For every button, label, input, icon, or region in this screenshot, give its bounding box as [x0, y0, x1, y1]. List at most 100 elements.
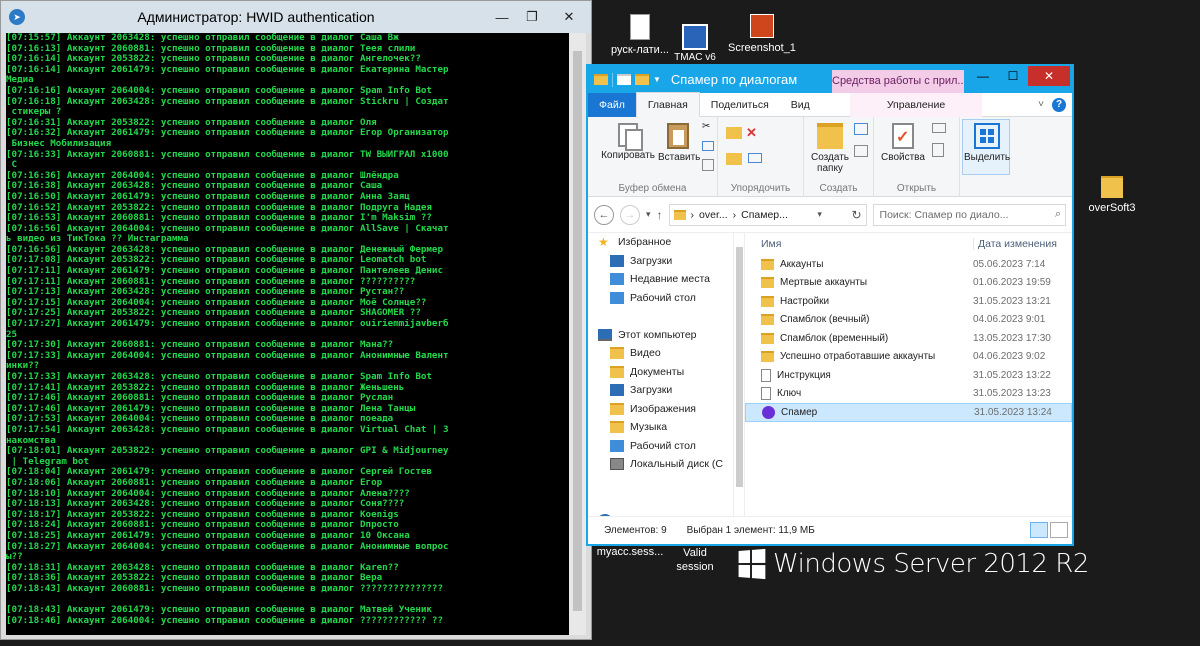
nav-item[interactable]: Недавние места: [588, 270, 733, 289]
scroll-thumb[interactable]: [573, 51, 582, 611]
new-folder-icon[interactable]: [635, 74, 649, 85]
close-button[interactable]: ✕: [1028, 66, 1070, 86]
column-date[interactable]: Дата изменения: [973, 238, 1057, 250]
tab-share[interactable]: Поделиться: [700, 93, 780, 117]
nav-item[interactable]: Документы: [588, 363, 733, 382]
nav-item[interactable]: Видео: [588, 344, 733, 363]
breadcrumb-oversoft[interactable]: over...: [699, 209, 728, 221]
nav-item[interactable]: Рабочий стол: [588, 437, 733, 456]
breadcrumb-spamer[interactable]: Спамер...: [741, 209, 788, 221]
copy-button[interactable]: Копировать: [600, 123, 656, 161]
nav-item-label: Локальный диск (C: [630, 458, 723, 471]
file-row[interactable]: Ключ 31.05.2023 13:23: [745, 385, 1072, 404]
move-to-icon[interactable]: [726, 127, 742, 139]
address-bar[interactable]: › over... › Спамер... ▾ ↻: [668, 203, 867, 226]
refresh-icon[interactable]: ↻: [851, 208, 865, 222]
log-line: [07:16:31] Аккаунт 2053822: успешно отпр…: [6, 117, 377, 128]
paste-button[interactable]: Вставить: [658, 123, 700, 163]
properties-icon: [892, 123, 914, 149]
open-icon[interactable]: [932, 123, 946, 133]
forward-button[interactable]: →: [620, 204, 640, 225]
edit-icon[interactable]: [932, 143, 944, 157]
details-view-icon[interactable]: [1030, 522, 1048, 538]
copy-to-icon[interactable]: [726, 153, 742, 165]
new-folder-icon: [817, 123, 843, 149]
file-row[interactable]: Настройки 31.05.2023 13:21: [745, 292, 1072, 311]
properties-button[interactable]: Свойства: [880, 123, 926, 163]
log-line: [07:16:56] Аккаунт 2063428: успешно отпр…: [6, 244, 443, 255]
tab-file[interactable]: Файл: [588, 92, 636, 117]
desktop-icon-screenshot[interactable]: Screenshot_1: [722, 14, 802, 54]
nav-item[interactable]: Этот компьютер: [588, 326, 733, 345]
delete-icon[interactable]: ✕: [746, 125, 757, 141]
tab-home[interactable]: Главная: [635, 92, 700, 117]
log-line: Бизнес Мобилизация: [6, 138, 112, 149]
file-row[interactable]: Аккаунты 05.06.2023 7:14: [745, 255, 1072, 274]
up-button[interactable]: ↑: [657, 208, 663, 222]
nav-item[interactable]: Локальный диск (C: [588, 455, 733, 474]
paste-shortcut-icon[interactable]: [702, 159, 714, 171]
nav-scrollbar[interactable]: [733, 233, 745, 516]
minimize-button[interactable]: —: [487, 6, 517, 28]
nav-item-label: Загрузки: [630, 254, 673, 267]
minimize-button[interactable]: —: [968, 66, 998, 86]
file-date: 31.05.2023 13:22: [973, 369, 1051, 381]
rename-icon[interactable]: [748, 153, 762, 163]
tab-manage[interactable]: Управление: [850, 92, 982, 117]
documents-folder-icon: [610, 365, 624, 378]
cut-icon[interactable]: ✂: [702, 121, 710, 132]
explorer-titlebar[interactable]: ▼ Спамер по диалогам Средства работы с п…: [588, 66, 1072, 93]
nav-item[interactable]: Изображения: [588, 400, 733, 419]
nav-item[interactable]: ★ Избранное: [588, 233, 733, 252]
chevron-down-icon[interactable]: ▾: [817, 209, 822, 220]
file-list[interactable]: Имя Дата изменения Аккаунты 05.06.2023 7:…: [745, 233, 1072, 516]
chevron-down-icon[interactable]: ˅: [1038, 99, 1044, 110]
search-input[interactable]: Поиск: Спамер по диало... ⌕: [872, 203, 1066, 226]
navigation-pane[interactable]: ★ Избранное Загрузки Недавние места Рабочий …: [588, 233, 733, 516]
nav-item[interactable]: Музыка: [588, 418, 733, 437]
console-titlebar[interactable]: ➤ Администратор: HWID authentication — ❐…: [1, 1, 591, 33]
nav-item[interactable]: Рабочий стол: [588, 289, 733, 308]
close-button[interactable]: ✕: [547, 6, 591, 28]
console-output[interactable]: [07:15:57] Аккаунт 2063428: успешно отпр…: [6, 33, 569, 635]
desktop-icon-valid-session[interactable]: Valid session: [656, 546, 734, 574]
file-name: Ключ: [777, 388, 802, 400]
group-new: Создать папку Создать: [804, 117, 874, 197]
address-bar-row: ← → ▾ ↑ › over... › Спамер... ▾ ↻ Поиск:…: [588, 197, 1072, 233]
console-window[interactable]: ➤ Администратор: HWID authentication — ❐…: [0, 0, 592, 640]
explorer-window[interactable]: ▼ Спамер по диалогам Средства работы с п…: [586, 64, 1074, 546]
recent-locations-icon[interactable]: ▾: [646, 209, 651, 220]
file-row[interactable]: Инструкция 31.05.2023 13:22: [745, 366, 1072, 385]
select-button-content[interactable]: Выделить: [964, 123, 1010, 163]
console-title: Администратор: HWID authentication: [137, 9, 375, 25]
copy-path-icon[interactable]: [702, 141, 714, 151]
document-icon: [630, 14, 650, 40]
easy-access-icon[interactable]: [854, 145, 868, 157]
back-button[interactable]: ←: [594, 204, 614, 225]
chevron-down-icon[interactable]: ▼: [653, 75, 661, 84]
chevron-right-icon: ›: [690, 208, 695, 221]
desktop-icon-oversoft3[interactable]: overSoft3: [1072, 176, 1152, 214]
file-row[interactable]: Успешно отработавшие аккаунты 04.06.2023 …: [745, 348, 1072, 367]
log-line: [07:16:13] Аккаунт 2060881: успешно отпр…: [6, 43, 416, 54]
properties-icon[interactable]: [617, 74, 631, 85]
file-row[interactable]: Спамблок (временный) 13.05.2023 17:30: [745, 329, 1072, 348]
help-icon[interactable]: ?: [1052, 97, 1066, 112]
console-scrollbar[interactable]: [569, 33, 586, 635]
new-folder-button[interactable]: Создать папку: [810, 123, 850, 174]
folder-icon: [761, 351, 774, 363]
restore-button[interactable]: ❐: [517, 6, 547, 28]
column-name[interactable]: Имя: [745, 238, 973, 250]
tab-view[interactable]: Вид: [780, 93, 821, 117]
nav-item[interactable]: Загрузки: [588, 252, 733, 271]
large-icons-view-icon[interactable]: [1050, 522, 1068, 538]
maximize-button[interactable]: ☐: [998, 66, 1028, 86]
nav-item[interactable]: Загрузки: [588, 381, 733, 400]
file-row[interactable]: Спамблок (вечный) 04.06.2023 9:01: [745, 311, 1072, 330]
telegram-icon: ➤: [9, 9, 25, 25]
file-row[interactable]: Спамер 31.05.2023 13:24: [745, 403, 1072, 422]
scroll-thumb[interactable]: [736, 247, 743, 487]
new-item-icon[interactable]: [854, 123, 868, 135]
file-row[interactable]: Мертвые аккаунты 01.06.2023 19:59: [745, 274, 1072, 293]
